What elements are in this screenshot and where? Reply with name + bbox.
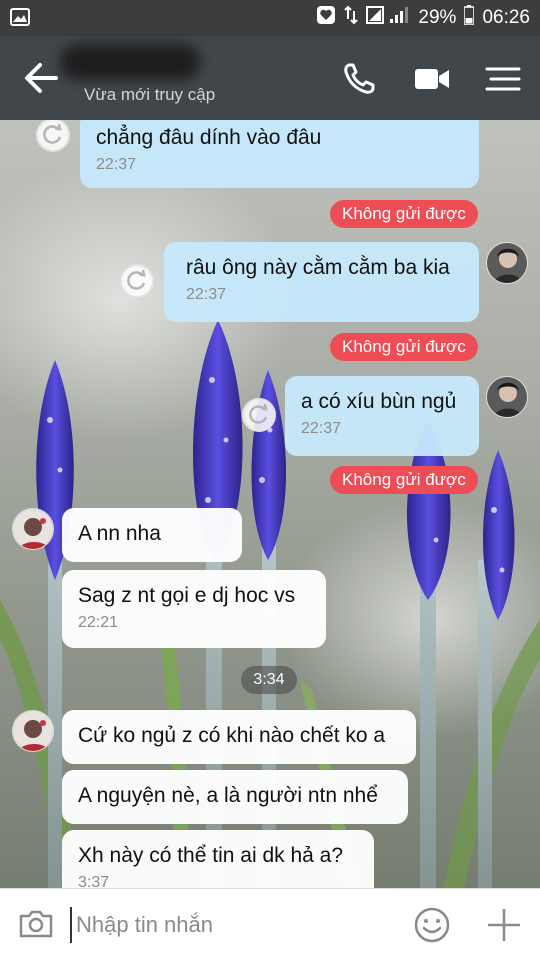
back-button[interactable] xyxy=(22,60,62,96)
last-seen-status: Vừa mới truy cập xyxy=(84,85,216,104)
phone-icon xyxy=(344,63,375,94)
battery-percent: 29% xyxy=(418,7,457,28)
video-camera-icon xyxy=(415,69,449,89)
message-time: 22:37 xyxy=(96,156,137,173)
resend-button[interactable] xyxy=(242,398,276,432)
message-text: A nguyện nè, a là người ntn nhể xyxy=(78,784,378,807)
resend-button[interactable] xyxy=(36,120,70,152)
contact-avatar[interactable] xyxy=(12,508,54,550)
status-bar: 29% 06:26 xyxy=(0,0,540,36)
message-text: A nn nha xyxy=(78,522,161,545)
video-call-button[interactable] xyxy=(414,66,450,92)
call-button[interactable] xyxy=(342,62,376,96)
attach-more-button[interactable] xyxy=(486,907,522,943)
menu-icon xyxy=(485,67,521,91)
message-bubble-incoming[interactable]: A nguyện nè, a là người ntn nhể xyxy=(62,770,408,824)
camera-button[interactable] xyxy=(18,909,54,939)
refresh-icon xyxy=(43,123,62,144)
data-arrows-icon xyxy=(344,5,359,31)
send-failed-badge: Không gửi được xyxy=(330,333,478,361)
message-time: 22:21 xyxy=(78,614,119,631)
emoji-icon xyxy=(414,907,450,943)
menu-button[interactable] xyxy=(485,66,521,92)
emoji-button[interactable] xyxy=(414,907,450,943)
send-failed-badge: Không gửi được xyxy=(330,200,478,228)
message-text: Sag z nt gọi e dj hoc vs xyxy=(78,584,296,607)
battery-icon xyxy=(463,5,476,31)
message-time: 22:37 xyxy=(301,420,342,437)
my-avatar[interactable] xyxy=(486,242,528,284)
resend-button[interactable] xyxy=(120,264,154,298)
send-failed-badge: Không gửi được xyxy=(330,466,478,494)
message-bubble-incoming[interactable]: Xh này có thể tin ai dk hả a? 3:37 xyxy=(62,830,374,888)
message-bubble-outgoing[interactable]: chẳng đâu dính vào đâu 22:37 xyxy=(80,120,479,188)
heart-app-icon xyxy=(316,5,336,31)
my-avatar[interactable] xyxy=(486,376,528,418)
message-time: 3:37 xyxy=(78,874,110,888)
contact-avatar[interactable] xyxy=(12,710,54,752)
message-bubble-outgoing[interactable]: a có xíu bùn ngủ 22:37 xyxy=(285,376,479,456)
contact-name-redacted[interactable] xyxy=(60,44,200,80)
message-text: chẳng đâu dính vào đâu xyxy=(96,126,322,149)
message-input-bar xyxy=(0,888,540,960)
signal-icon xyxy=(366,5,410,31)
refresh-icon xyxy=(127,269,146,290)
time-separator: 3:34 xyxy=(241,666,297,694)
clock-time: 06:26 xyxy=(482,7,530,28)
camera-icon xyxy=(19,910,53,938)
message-bubble-incoming[interactable]: A nn nha xyxy=(62,508,242,562)
message-bubble-incoming[interactable]: Cứ ko ngủ z có khi nào chết ko a xyxy=(62,710,416,764)
message-text: a có xíu bùn ngủ xyxy=(301,390,457,413)
message-text: Cứ ko ngủ z có khi nào chết ko a xyxy=(78,724,386,747)
message-list[interactable]: chẳng đâu dính vào đâu 22:37 Không gửi đ… xyxy=(0,120,540,888)
message-input[interactable] xyxy=(70,907,390,943)
chat-header: Vừa mới truy cập xyxy=(0,36,540,120)
message-bubble-outgoing[interactable]: râu ông này cằm cằm ba kia 22:37 xyxy=(164,242,479,322)
message-text: Xh này có thể tin ai dk hả a? xyxy=(78,844,344,867)
message-text: râu ông này cằm cằm ba kia xyxy=(186,256,450,279)
message-time: 22:37 xyxy=(186,286,227,303)
image-notification-icon xyxy=(10,8,30,31)
refresh-icon xyxy=(249,403,268,424)
plus-icon xyxy=(488,909,520,941)
message-bubble-incoming[interactable]: Sag z nt gọi e dj hoc vs 22:21 xyxy=(62,570,326,648)
back-arrow-icon xyxy=(25,63,58,93)
